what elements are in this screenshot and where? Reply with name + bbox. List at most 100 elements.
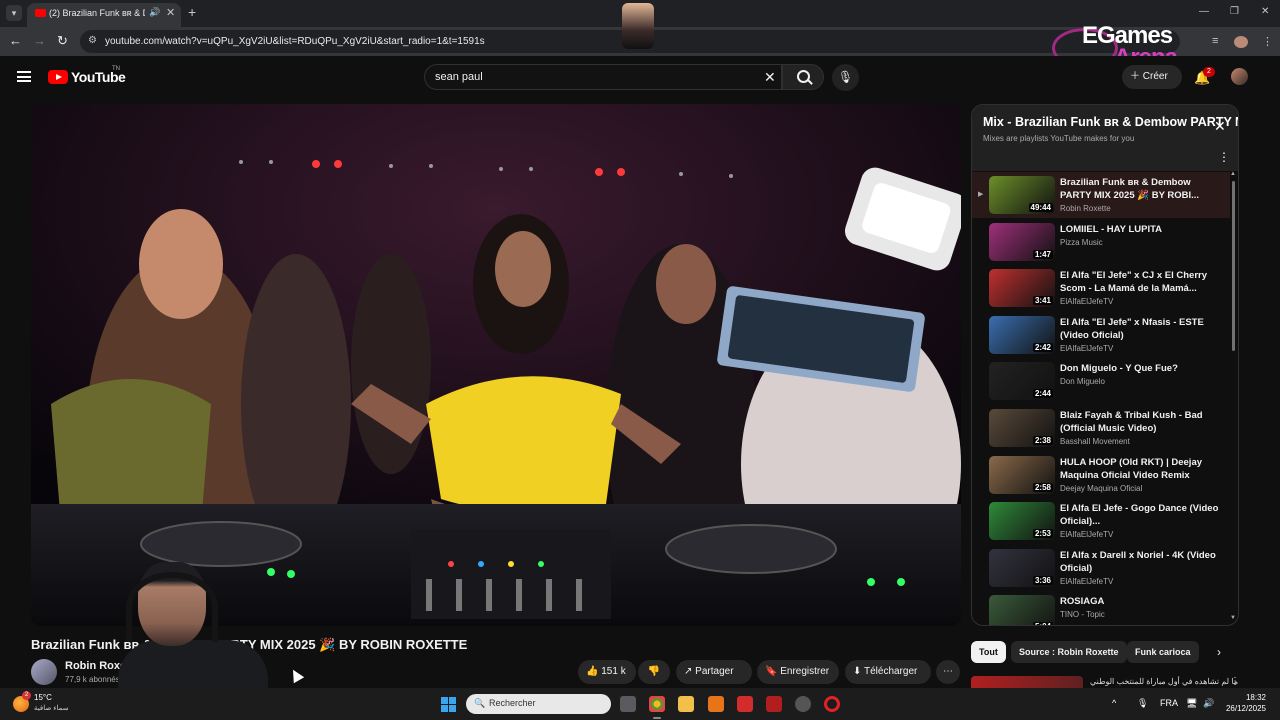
- profile-icon[interactable]: [1234, 36, 1248, 48]
- account-avatar[interactable]: [1231, 68, 1248, 85]
- video-player[interactable]: [31, 104, 961, 626]
- playlist-item-channel[interactable]: Robin Roxette: [1060, 204, 1111, 213]
- more-actions-button[interactable]: ⋯: [936, 660, 960, 684]
- scrollbar-thumb[interactable]: [1232, 181, 1235, 351]
- download-button[interactable]: ⬇ Télécharger: [845, 660, 931, 684]
- playlist-scrollbar[interactable]: ▲ ▼: [1230, 171, 1236, 625]
- playlist-thumbnail[interactable]: 2:38: [989, 409, 1055, 447]
- playlist-item[interactable]: 1:47 LOMIIEL - HAY LUPITA Pizza Music: [972, 219, 1230, 265]
- menu-icon[interactable]: [17, 71, 31, 82]
- app-red-icon[interactable]: [737, 696, 753, 712]
- microphone-icon[interactable]: 🎙: [832, 64, 859, 91]
- playlist-item-title[interactable]: LOMIIEL - HAY LUPITA: [1060, 223, 1220, 236]
- recommendation-thumbnail[interactable]: [971, 676, 1083, 688]
- close-playlist-icon[interactable]: ✕: [1214, 118, 1226, 135]
- recommendation-title[interactable]: ما لم تشاهده في أول مباراة للمنتخب الوطن…: [1090, 677, 1238, 686]
- chip-source[interactable]: Source : Robin Roxette: [1011, 641, 1127, 663]
- playlist-thumbnail[interactable]: 3:41: [989, 269, 1055, 308]
- playlist-thumbnail[interactable]: 5:04: [989, 595, 1055, 625]
- channel-avatar[interactable]: [31, 659, 57, 685]
- playlist-item-title[interactable]: El Alfa "El Jefe" x CJ x El Cherry Scom …: [1060, 269, 1220, 295]
- clock-date[interactable]: 26/12/2025: [1222, 704, 1266, 713]
- taskbar-search-input[interactable]: 🔍 Rechercher: [466, 694, 611, 714]
- playlist-item-channel[interactable]: ElAlfaElJefeTV: [1060, 344, 1113, 353]
- playlist-thumbnail[interactable]: 1:47: [989, 222, 1055, 261]
- playlist-item-channel[interactable]: ElAlfaElJefeTV: [1060, 530, 1113, 539]
- playlist-item-channel[interactable]: ElAlfaElJefeTV: [1060, 577, 1113, 586]
- chevron-right-icon[interactable]: ›: [1217, 645, 1221, 659]
- playlist-item-title[interactable]: HULA HOOP (Old RKT) | Deejay Maquina Ofi…: [1060, 456, 1220, 482]
- playlist-more-icon[interactable]: ⋮: [1218, 150, 1230, 164]
- tab-search-menu-icon[interactable]: ▾: [6, 5, 22, 21]
- new-tab-button[interactable]: +: [188, 4, 196, 20]
- playlist-title[interactable]: Mix - Brazilian Funk ʙʀ & Dembow PARTY M…: [983, 115, 1238, 129]
- create-button[interactable]: ＋ Créer: [1122, 65, 1182, 89]
- chip-all[interactable]: Tout: [971, 641, 1006, 663]
- playlist-item[interactable]: 3:41 El Alfa "El Jefe" x CJ x El Cherry S…: [972, 265, 1230, 311]
- playlist-item-title[interactable]: ROSIAGA: [1060, 595, 1220, 608]
- site-info-icon[interactable]: ⚙: [88, 35, 97, 46]
- search-input[interactable]: sean paul ✕: [424, 64, 782, 90]
- playlist-item-channel[interactable]: Don Miguelo: [1060, 377, 1105, 386]
- scroll-down-icon[interactable]: ▼: [1230, 615, 1236, 621]
- playlist-item[interactable]: 2:38 Blaiz Fayah & Tribal Kush - Bad (Off…: [972, 405, 1230, 451]
- steam-icon[interactable]: [795, 696, 811, 712]
- scroll-up-icon[interactable]: ▲: [1230, 171, 1236, 177]
- address-url[interactable]: youtube.com/watch?v=uQPu_XgV2iU&list=RDu…: [105, 36, 485, 47]
- playlist-thumbnail[interactable]: 2:42: [989, 315, 1055, 354]
- speaker-icon[interactable]: 🔊: [149, 7, 160, 18]
- playlist-item-title[interactable]: Brazilian Funk ʙʀ & Dembow PARTY MIX 202…: [1060, 176, 1220, 202]
- playlist-item[interactable]: 2:58 HULA HOOP (Old RKT) | Deejay Maquina…: [972, 452, 1230, 498]
- playlist-item-channel[interactable]: Basshall Movement: [1060, 437, 1130, 446]
- playlist-item-channel[interactable]: Pizza Music: [1060, 238, 1103, 247]
- playlist-item-title[interactable]: El Alfa El Jefe - Gogo Dance (Video Ofic…: [1060, 502, 1220, 528]
- clear-search-icon[interactable]: ✕: [764, 69, 776, 86]
- file-explorer-icon[interactable]: [678, 696, 694, 712]
- browser-menu-icon[interactable]: ⋮: [1262, 35, 1273, 48]
- reload-icon[interactable]: ↻: [57, 33, 68, 49]
- playlist-item[interactable]: 5:04 ROSIAGA TINO - Topic: [972, 591, 1230, 625]
- playlist-item-title[interactable]: El Alfa "El Jefe" x Nfasis - ESTE (Video…: [1060, 316, 1220, 342]
- chrome-icon[interactable]: [649, 696, 665, 712]
- window-close-icon[interactable]: ✕: [1261, 6, 1269, 17]
- reading-list-icon[interactable]: ≡: [1212, 35, 1218, 47]
- playlist-thumbnail[interactable]: 49:44: [989, 176, 1055, 214]
- vlc-icon[interactable]: [708, 696, 724, 712]
- playlist-item-title[interactable]: Blaiz Fayah & Tribal Kush - Bad (Officia…: [1060, 409, 1220, 435]
- save-button[interactable]: 🔖 Enregistrer: [757, 660, 839, 684]
- playlist-item[interactable]: 2:53 El Alfa El Jefe - Gogo Dance (Video …: [972, 498, 1230, 544]
- tray-chevron-icon[interactable]: ^: [1112, 698, 1116, 708]
- playlist-thumbnail[interactable]: 2:58: [989, 455, 1055, 494]
- tray-mic-icon[interactable]: 🎙: [1137, 698, 1148, 709]
- like-button[interactable]: 👍 151 k: [578, 660, 636, 684]
- playlist-thumbnail[interactable]: 2:53: [989, 502, 1055, 541]
- volume-icon[interactable]: 🔊: [1203, 698, 1214, 709]
- weather-temperature[interactable]: 15°C: [34, 693, 52, 702]
- playlist-item-channel[interactable]: ElAlfaElJefeTV: [1060, 297, 1113, 306]
- youtube-logo-icon[interactable]: [48, 70, 68, 84]
- language-indicator[interactable]: FRA: [1160, 698, 1178, 708]
- minimize-icon[interactable]: —: [1199, 6, 1209, 17]
- share-button[interactable]: ↗ Partager: [676, 660, 752, 684]
- windows-start-icon[interactable]: [441, 697, 456, 712]
- search-button[interactable]: [782, 64, 824, 90]
- playlist-item-channel[interactable]: Deejay Maquina Oficial: [1060, 484, 1142, 493]
- maximize-icon[interactable]: ❐: [1230, 6, 1239, 17]
- browser-tab-active[interactable]: (2) Brazilian Funk ʙʀ & Demb 🔊 ✕: [27, 3, 181, 27]
- chip-funk-carioca[interactable]: Funk carioca: [1127, 641, 1199, 663]
- playlist-item-title[interactable]: Don Miguelo - Y Que Fue?: [1060, 362, 1220, 375]
- search-query[interactable]: sean paul: [435, 71, 483, 83]
- opera-icon[interactable]: [824, 696, 840, 712]
- app-media-icon[interactable]: [766, 696, 782, 712]
- playlist-item[interactable]: 2:44 Don Miguelo - Y Que Fue? Don Miguelo: [972, 358, 1230, 404]
- playlist-item[interactable]: ▶ 49:44 Brazilian Funk ʙʀ & Dembow PARTY M…: [972, 172, 1230, 218]
- task-view-icon[interactable]: [620, 696, 636, 712]
- playlist-thumbnail[interactable]: 2:44: [989, 362, 1055, 401]
- dislike-button[interactable]: 👎: [638, 660, 670, 684]
- forward-icon[interactable]: →: [33, 33, 46, 48]
- tab-close-icon[interactable]: ✕: [166, 6, 175, 19]
- playlist-item-channel[interactable]: TINO - Topic: [1060, 610, 1105, 619]
- playlist-item-title[interactable]: El Alfa x Darell x Noriel - 4K (Video Of…: [1060, 549, 1220, 575]
- network-icon[interactable]: 🖥: [1186, 698, 1197, 709]
- recommendation-more-icon[interactable]: ⋮: [1230, 676, 1240, 687]
